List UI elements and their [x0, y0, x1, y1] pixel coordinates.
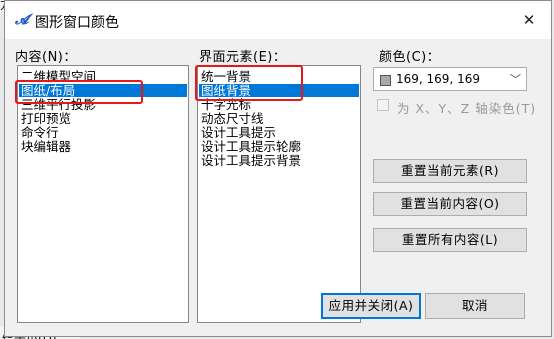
tint-axes-checkbox[interactable]	[377, 99, 389, 111]
color-value: 169, 169, 169	[396, 72, 480, 86]
color-swatch	[380, 75, 391, 86]
cancel-button[interactable]: 取消	[425, 293, 525, 319]
interface-item-selected[interactable]: 图纸背景	[199, 84, 359, 97]
tint-axes-label: 为 X、Y、Z 轴染色(T)	[397, 101, 537, 116]
color-label: 颜色(C)：	[379, 50, 441, 65]
title-bar: 𝓐 图形窗口颜色 ✕	[5, 1, 551, 39]
reset-current-element-button[interactable]: 重置当前元素(R)	[373, 159, 527, 183]
interface-item[interactable]: 动态尺寸线	[199, 112, 359, 125]
dialog-title: 图形窗口颜色	[35, 15, 119, 31]
context-item[interactable]: 命令行	[19, 126, 187, 139]
chevron-down-icon[interactable]: ﹀	[510, 71, 521, 87]
interface-element-label: 界面元素(E)：	[199, 50, 287, 65]
interface-item[interactable]: 十字光标	[199, 98, 359, 111]
reset-all-contexts-button[interactable]: 重置所有内容(L)	[373, 228, 527, 252]
app-logo-icon: 𝓐	[15, 12, 29, 28]
context-item[interactable]: 二维模型空间	[19, 70, 187, 83]
close-button[interactable]: ✕	[517, 8, 541, 32]
context-label: 内容(N)：	[15, 50, 77, 65]
interface-item[interactable]: 设计工具提示	[199, 126, 359, 139]
context-item[interactable]: 打印预览	[19, 112, 187, 125]
context-item[interactable]: 块编辑器	[19, 140, 187, 153]
context-listbox[interactable]: 二维模型空间 图纸/布局 三维平行投影 打印预览 命令行 块编辑器	[17, 65, 189, 323]
interface-item[interactable]: 设计工具提示背景	[199, 154, 359, 167]
reset-current-context-button[interactable]: 重置当前内容(O)	[373, 192, 527, 216]
context-item-selected[interactable]: 图纸/布局	[19, 84, 187, 97]
interface-element-listbox[interactable]: 统一背景 图纸背景 十字光标 动态尺寸线 设计工具提示 设计工具提示轮廓 设计工…	[197, 65, 361, 323]
graphics-window-colors-dialog: 𝓐 图形窗口颜色 ✕ 内容(N)： 二维模型空间 图纸/布局 三维平行投影 打印…	[4, 0, 552, 337]
interface-item[interactable]: 统一背景	[199, 70, 359, 83]
apply-and-close-button[interactable]: 应用并关闭(A)	[321, 293, 421, 319]
color-dropdown[interactable]: 169, 169, 169 ﹀	[373, 67, 527, 91]
context-item[interactable]: 三维平行投影	[19, 98, 187, 111]
interface-item[interactable]: 设计工具提示轮廓	[199, 140, 359, 153]
